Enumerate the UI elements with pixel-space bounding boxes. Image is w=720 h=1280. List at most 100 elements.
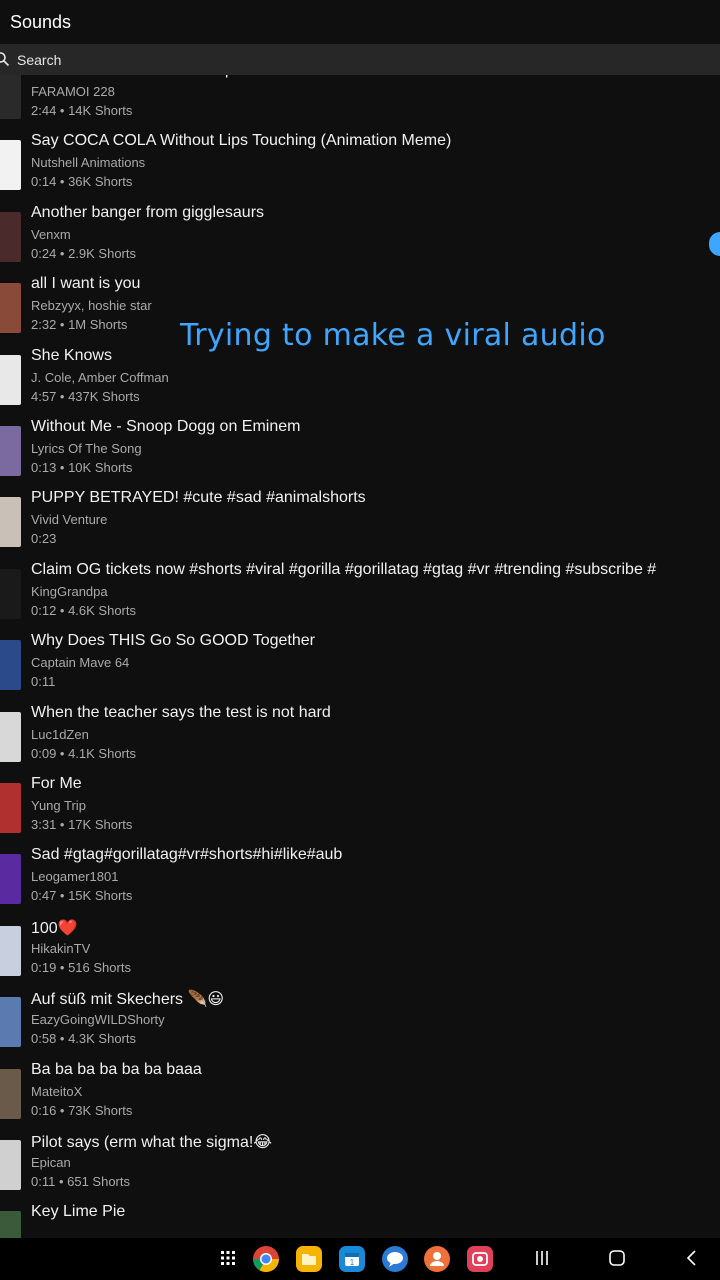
- app-drawer-icon[interactable]: [220, 1250, 236, 1266]
- sound-title: Pilot says (erm what the sigma!😂: [31, 1134, 272, 1151]
- sound-artist: Venxm: [31, 226, 71, 242]
- sound-artist: Leogamer1801: [31, 869, 119, 885]
- sound-title: When the teacher says the test is not ha…: [31, 703, 331, 721]
- sound-item[interactable]: Another banger from gigglesaurs Venxm 0:24…: [0, 204, 720, 275]
- sounds-screen: Sounds Search Blod Besvimelse - Misantro…: [0, 0, 720, 1280]
- sound-title: Why Does THIS Go So GOOD Together: [31, 632, 315, 650]
- sound-item[interactable]: Sad #gtag#gorillatag#vr#shorts#hi#like#a…: [0, 846, 720, 917]
- sound-artist: Yung Trip: [31, 798, 86, 813]
- calendar-icon[interactable]: 1: [338, 1245, 366, 1273]
- sound-thumbnail: [0, 640, 21, 691]
- sound-item[interactable]: PUPPY BETRAYED! #cute #sad #animalshorts…: [0, 489, 720, 560]
- sound-artist: Vivid Venture: [31, 512, 108, 528]
- sound-meta: 0:09 • 4.1K Shorts: [31, 745, 137, 761]
- sound-artist: Lyrics Of The Song: [31, 441, 142, 456]
- sound-title: PUPPY BETRAYED! #cute #sad #animalshorts: [31, 489, 366, 507]
- sound-title: For Me: [31, 775, 82, 792]
- page-title: Sounds: [10, 11, 72, 32]
- sound-item[interactable]: She Knows J. Cole, Amber Coffman 4:57 • 43…: [0, 347, 720, 418]
- sound-artist: KingGrandpa: [31, 583, 108, 599]
- sound-thumbnail: [0, 1211, 21, 1238]
- sound-item[interactable]: Auf süß mit Skechers 🪶😃 EazyGoingWILDShor…: [0, 989, 720, 1060]
- sound-thumbnail: [0, 283, 21, 334]
- sound-meta: 0:23: [31, 531, 57, 547]
- contacts-icon[interactable]: [423, 1245, 451, 1273]
- sound-meta: 0:11 • 651 Shorts: [31, 1174, 130, 1189]
- sound-meta: 0:14 • 36K Shorts: [31, 174, 133, 190]
- sound-item[interactable]: Pilot says (erm what the sigma!😂 Epican 0:…: [0, 1132, 720, 1203]
- sound-thumbnail: [0, 711, 21, 762]
- sound-item[interactable]: Claim OG tickets now #shorts #viral #gor…: [0, 561, 720, 632]
- sound-item[interactable]: Why Does THIS Go So GOOD Together Captain…: [0, 632, 720, 703]
- sound-meta: 0:24 • 2.9K Shorts: [31, 245, 137, 261]
- taskbar: 1: [0, 1238, 720, 1280]
- sound-title: Say COCA COLA Without Lips Touching (Ani…: [31, 132, 452, 150]
- sound-artist: FARAMOI 228: [31, 84, 115, 99]
- sound-title: all I want is you: [31, 275, 141, 293]
- messages-icon[interactable]: [381, 1245, 409, 1273]
- sound-thumbnail: [0, 997, 21, 1048]
- sound-artist: MateitoX: [31, 1083, 83, 1099]
- header: Sounds: [0, 0, 720, 44]
- sound-item[interactable]: Ba ba ba ba ba ba baaa MateitoX 0:16 • 73K…: [0, 1061, 720, 1132]
- sound-title: Auf süß mit Skechers 🪶😃: [31, 991, 225, 1009]
- sound-title: Key Lime Pie: [31, 1203, 126, 1221]
- chrome-icon[interactable]: [252, 1245, 280, 1273]
- sound-artist: J. Cole, Amber Coffman: [31, 369, 169, 385]
- search-bar[interactable]: Search: [0, 44, 720, 75]
- sound-item[interactable]: Without Me - Snoop Dogg on Eminem Lyrics …: [0, 418, 720, 489]
- sound-title: Ba ba ba ba ba ba baaa: [31, 1060, 202, 1078]
- sound-meta: 4:57 • 437K Shorts: [31, 388, 140, 404]
- sound-artist: HikakinTV: [31, 940, 91, 956]
- sound-thumbnail: [0, 854, 21, 905]
- sound-thumbnail: [0, 497, 21, 548]
- sound-title: 100❤️: [31, 919, 78, 937]
- sound-artist: Rebzyyx, hoshie star: [31, 298, 152, 314]
- sound-thumbnail: [0, 354, 21, 405]
- sound-item[interactable]: When the teacher says the test is not ha…: [0, 704, 720, 775]
- sound-title: Sad #gtag#gorillatag#vr#shorts#hi#like#a…: [31, 846, 343, 864]
- sound-thumbnail: [0, 1068, 21, 1119]
- sound-artist: Epican: [31, 1155, 71, 1170]
- sound-item[interactable]: Blod Besvimelse - Misantrop FARAMOI 228 2:…: [0, 75, 720, 132]
- sound-item[interactable]: Say COCA COLA Without Lips Touching (Ani…: [0, 132, 720, 203]
- sound-artist: Luc1dZen: [31, 726, 89, 742]
- sound-meta: 0:19 • 516 Shorts: [31, 959, 131, 975]
- sound-artist: Captain Mave 64: [31, 655, 130, 671]
- sound-thumbnail: [0, 140, 21, 191]
- sound-artist: EazyGoingWILDShorty: [31, 1012, 165, 1028]
- home-button-icon[interactable]: [608, 1249, 626, 1267]
- sound-thumbnail: [0, 211, 21, 262]
- sound-meta: 2:44 • 14K Shorts: [31, 103, 133, 118]
- sound-artist: Nutshell Animations: [31, 155, 146, 171]
- sound-meta: 0:16 • 73K Shorts: [31, 1102, 133, 1118]
- sound-title: Claim OG tickets now #shorts #viral #gor…: [31, 560, 657, 578]
- sound-meta: 0:12 • 4.6K Shorts: [31, 602, 137, 618]
- sound-title: Blod Besvimelse - Misantrop: [31, 75, 234, 79]
- sound-meta: 0:13 • 10K Shorts: [31, 460, 133, 475]
- back-button-icon[interactable]: [684, 1249, 700, 1267]
- sound-item[interactable]: For Me Yung Trip 3:31 • 17K Shorts: [0, 775, 720, 846]
- sound-item[interactable]: Key Lime Pie: [0, 1203, 720, 1238]
- sound-item[interactable]: 100❤️ HikakinTV 0:19 • 516 Shorts: [0, 918, 720, 989]
- sound-thumbnail: [0, 925, 21, 976]
- sound-thumbnail: [0, 1140, 21, 1190]
- search-icon: [0, 52, 10, 67]
- sound-thumbnail: [0, 426, 21, 476]
- my-files-icon[interactable]: [295, 1245, 323, 1273]
- sound-meta: 0:47 • 15K Shorts: [31, 888, 133, 904]
- sound-title: Without Me - Snoop Dogg on Eminem: [31, 418, 301, 435]
- screen-recorder-icon[interactable]: [466, 1245, 494, 1273]
- sound-title: Another banger from gigglesaurs: [31, 203, 265, 221]
- sound-thumbnail: [0, 75, 21, 119]
- sound-meta: 2:32 • 1M Shorts: [31, 317, 128, 333]
- svg-text:1: 1: [350, 1258, 355, 1267]
- recents-button-icon[interactable]: [534, 1249, 550, 1267]
- sound-thumbnail: [0, 783, 21, 833]
- sound-meta: 0:11: [31, 674, 56, 690]
- sound-list[interactable]: Blod Besvimelse - Misantrop FARAMOI 228 2:…: [0, 75, 720, 1238]
- sound-thumbnail: [0, 568, 21, 619]
- overlay-caption: Trying to make a viral audio: [180, 318, 606, 353]
- search-input[interactable]: Search: [17, 52, 61, 68]
- sound-title: She Knows: [31, 346, 112, 364]
